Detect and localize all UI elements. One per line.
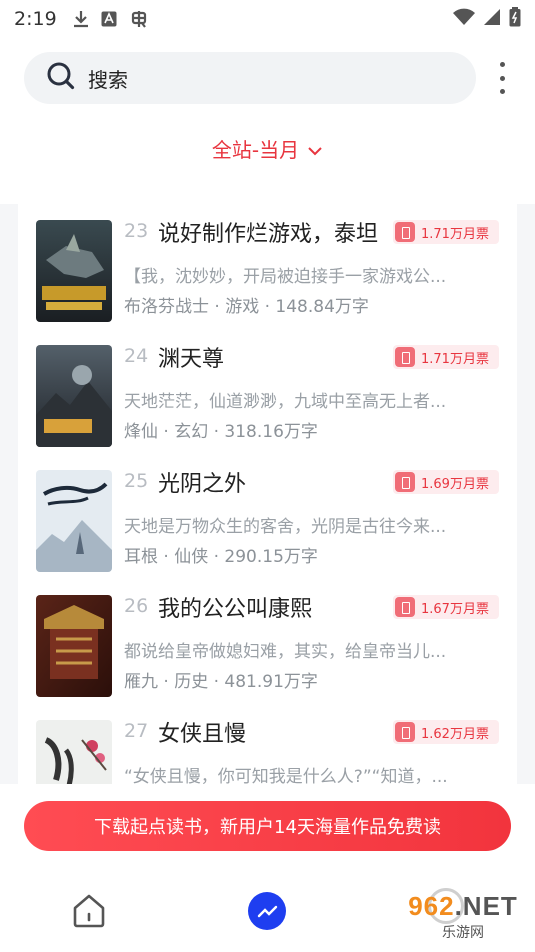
book-title: 光阴之外 — [158, 472, 247, 497]
period-filter-label: 全站-当月 — [211, 138, 300, 162]
book-title: 我的公公叫康熙 — [158, 597, 313, 622]
vote-count: 1.71万月票 — [421, 226, 489, 242]
status-time: 2:19 — [14, 8, 57, 30]
book-desc: “女侠且慢，你可知我是什么人?”“知道，... — [124, 767, 448, 784]
book-cover — [36, 345, 112, 447]
download-icon — [73, 10, 89, 28]
search-label: 搜索 — [88, 67, 128, 92]
header: 搜索 全站-当月 — [0, 38, 535, 204]
book-title: 渊天尊 — [158, 347, 225, 372]
ticket-icon — [395, 222, 415, 242]
search-bar[interactable]: 搜索 — [24, 52, 476, 104]
download-app-button[interactable]: 下载起点读书，新用户14天海量作品免费读 — [24, 801, 511, 851]
watermark-main: 962.NET — [408, 891, 518, 922]
rank-icon[interactable] — [248, 892, 286, 930]
book-desc: 天地茫茫，仙道渺渺，九域中至高无上者... — [124, 392, 447, 412]
book-item[interactable]: 26 我的公公叫康熙 1.67万月票 都说给皇帝做媳妇难，其实，给皇帝当儿...… — [36, 579, 506, 697]
ticket-icon — [395, 597, 415, 617]
book-item[interactable]: 23 说好制作烂游戏，泰坦 1.71万月票 【我，沈妙妙，开局被迫接手一家游戏公… — [36, 204, 506, 322]
vote-count: 1.62万月票 — [421, 726, 489, 742]
book-cover — [36, 220, 112, 322]
book-list: 23 说好制作烂游戏，泰坦 1.71万月票 【我，沈妙妙，开局被迫接手一家游戏公… — [18, 204, 517, 784]
book-rank: 23 — [124, 220, 149, 242]
book-rank: 24 — [124, 345, 149, 367]
vote-badge: 1.67万月票 — [393, 595, 499, 619]
promo-area: 下载起点读书，新用户14天海量作品免费读 — [0, 784, 535, 868]
period-filter[interactable]: 全站-当月 — [0, 134, 535, 163]
book-cover — [36, 470, 112, 572]
book-meta: 耳根 · 仙侠 · 290.15万字 — [124, 547, 318, 567]
book-cover — [36, 595, 112, 697]
vote-count: 1.71万月票 — [421, 351, 489, 367]
book-item[interactable]: 27 女侠且慢 1.62万月票 “女侠且慢，你可知我是什么人?”“知道，... — [36, 704, 506, 784]
book-desc: 都说给皇帝做媳妇难，其实，给皇帝当儿... — [124, 642, 447, 662]
book-title: 说好制作烂游戏，泰坦 — [158, 222, 379, 247]
book-item[interactable]: 24 渊天尊 1.71万月票 天地茫茫，仙道渺渺，九域中至高无上者... 烽仙 … — [36, 329, 506, 447]
watermark-sub: 乐游网 — [442, 924, 484, 941]
home-icon[interactable] — [70, 892, 108, 934]
ticket-icon — [395, 347, 415, 367]
book-rank: 27 — [124, 720, 149, 742]
watermark-net: .NET — [454, 890, 518, 921]
vote-badge: 1.69万月票 — [393, 470, 499, 494]
signal-icon — [483, 8, 501, 31]
more-icon[interactable] — [494, 62, 510, 94]
book-desc: 【我，沈妙妙，开局被迫接手一家游戏公... — [124, 267, 447, 287]
chevron-down-icon — [307, 137, 323, 161]
vote-count: 1.69万月票 — [421, 476, 489, 492]
ticket-icon — [395, 472, 415, 492]
vote-count: 1.67万月票 — [421, 601, 489, 617]
vote-badge: 1.71万月票 — [393, 220, 499, 244]
book-title: 女侠且慢 — [158, 722, 247, 747]
book-rank: 26 — [124, 595, 149, 617]
search-icon — [46, 61, 76, 95]
book-item[interactable]: 25 光阴之外 1.69万月票 天地是万物众生的客舍，光阴是古往今来... 耳根… — [36, 454, 506, 572]
book-meta: 烽仙 · 玄幻 · 318.16万字 — [124, 422, 318, 442]
watermark-number: 962 — [408, 890, 455, 921]
battery-icon — [509, 6, 521, 32]
book-meta: 雁九 · 历史 · 481.91万字 — [124, 672, 318, 692]
book-desc: 天地是万物众生的客舍，光阴是古往今来... — [124, 517, 447, 537]
book-meta: 布洛芬战士 · 游戏 · 148.84万字 — [124, 297, 369, 317]
book-cover — [36, 720, 112, 784]
watermark-logo: 962.NET 乐游网 — [396, 886, 530, 946]
vote-badge: 1.71万月票 — [393, 345, 499, 369]
book-rank: 25 — [124, 470, 149, 492]
bug-icon — [129, 9, 149, 29]
ticket-icon — [395, 722, 415, 742]
wifi-icon — [453, 8, 475, 31]
vote-badge: 1.62万月票 — [393, 720, 499, 744]
a-icon — [101, 11, 117, 27]
status-bar: 2:19 — [0, 0, 535, 38]
